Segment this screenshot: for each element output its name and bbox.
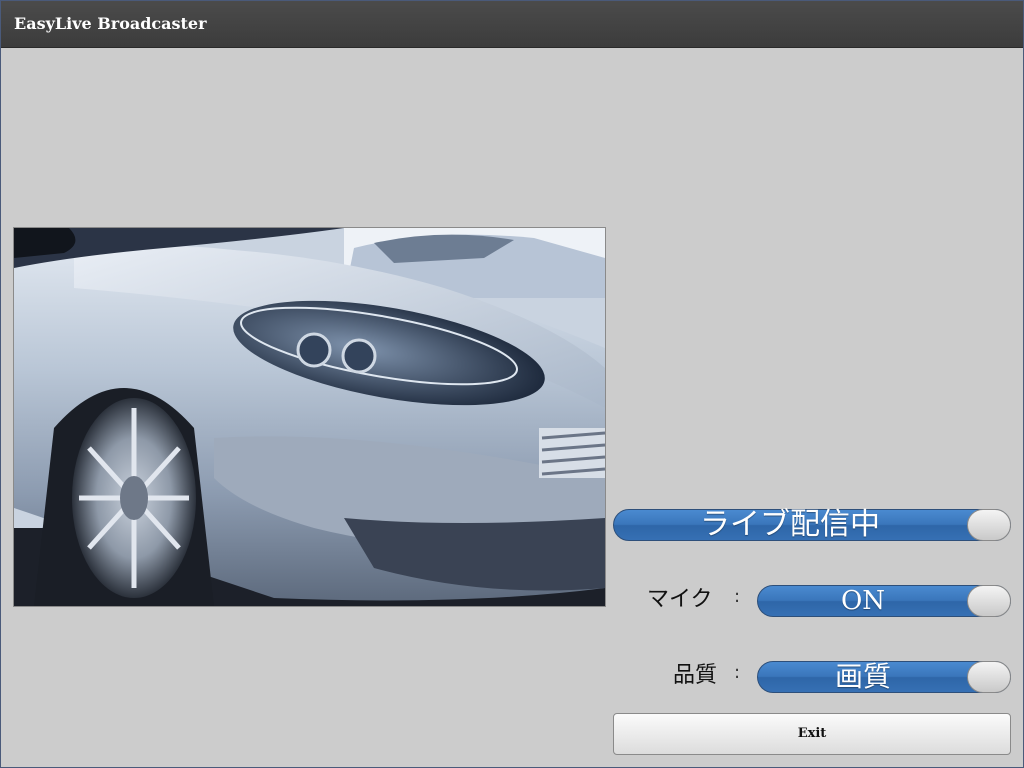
title-bar: EasyLive Broadcaster xyxy=(1,1,1023,48)
app-title: EasyLive Broadcaster xyxy=(14,14,207,33)
mic-label: マイク xyxy=(647,587,713,612)
exit-button[interactable]: Exit xyxy=(613,713,1011,755)
mic-toggle[interactable]: ON xyxy=(757,585,1011,617)
mic-colon: : xyxy=(734,586,741,607)
camera-preview xyxy=(13,227,606,607)
camera-preview-image xyxy=(14,228,605,606)
live-broadcast-toggle[interactable]: ライブ配信中 xyxy=(613,509,1011,541)
broadcaster-window: EasyLive Broadcaster ライブ配信中 マイク: ON 品質 … xyxy=(0,0,1024,768)
mic-toggle-value: ON xyxy=(840,586,886,616)
quality-toggle-knob[interactable] xyxy=(967,661,1011,693)
quality-label: 品質 xyxy=(673,663,718,688)
live-toggle-knob[interactable] xyxy=(967,509,1011,541)
live-broadcast-label: ライブ配信中 xyxy=(700,507,880,542)
quality-toggle[interactable]: 画質 xyxy=(757,661,1011,693)
mic-toggle-knob[interactable] xyxy=(967,585,1011,617)
quality-colon: : xyxy=(734,662,741,683)
quality-toggle-value: 画質 xyxy=(834,660,891,693)
